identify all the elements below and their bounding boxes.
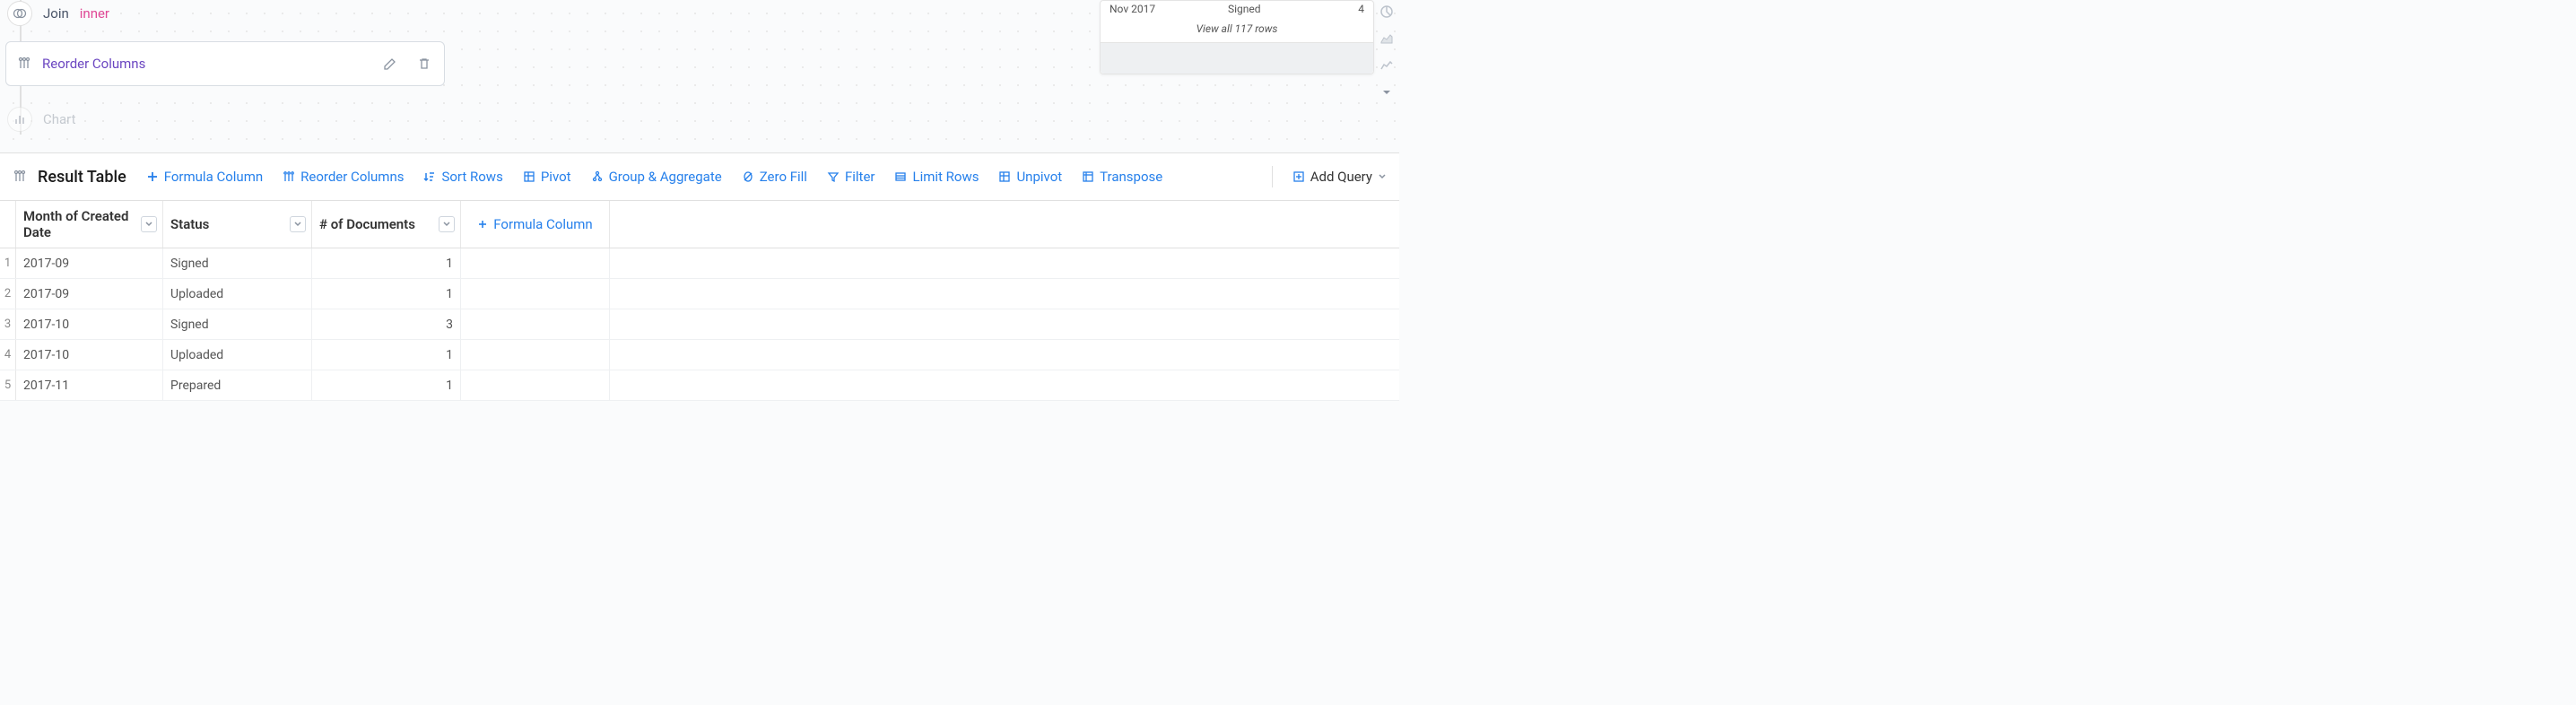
column-dropdown-month[interactable] [141,216,157,232]
action-formula-column[interactable]: Formula Column [146,169,263,185]
join-type: inner [80,5,109,22]
cell-status: Uploaded [163,340,312,370]
cell-month: 2017-10 [16,340,163,370]
pipeline-step-reorder-card[interactable]: Reorder Columns [5,41,445,86]
pipeline-step-chart[interactable]: Chart [7,106,76,133]
cell-month: 2017-09 [16,279,163,309]
column-header-docs[interactable]: # of Documents [312,201,461,248]
result-section: Result Table Formula Column Reorder Colu… [0,152,1399,401]
column-dropdown-docs[interactable] [439,216,455,232]
result-title: Result Table [38,168,126,187]
cell-docs: 1 [312,279,461,309]
result-table: Month of Created Date Status # of Docume… [0,200,1399,401]
preview-footer [1101,42,1373,74]
chevron-down-icon [1378,172,1387,181]
cell-formula [461,279,610,309]
delete-icon[interactable] [415,55,433,73]
cell-docs: 1 [312,370,461,400]
edit-icon[interactable] [381,55,399,73]
action-sort-rows[interactable]: Sort Rows [423,169,502,185]
cell-status: Prepared [163,370,312,400]
preview-data-row: Nov 2017 Signed 4 [1101,1,1373,21]
table-row[interactable]: 22017-09Uploaded1 [0,279,1399,309]
pipeline-canvas: Join inner Reorder Columns Chart Nov 201… [0,0,1399,152]
cell-docs: 1 [312,248,461,278]
action-reorder-columns[interactable]: Reorder Columns [283,169,404,185]
line-chart-icon[interactable] [1379,57,1395,74]
action-zero-fill[interactable]: Zero Fill [742,169,807,185]
reorder-label: Reorder Columns [42,56,370,72]
expand-down-icon[interactable] [1379,84,1395,100]
column-header-month[interactable]: Month of Created Date [16,201,163,248]
preview-cell-month: Nov 2017 [1110,3,1228,15]
cell-status: Uploaded [163,279,312,309]
row-number: 1 [0,248,16,278]
join-label: Join [43,5,69,22]
cell-docs: 1 [312,340,461,370]
cell-formula [461,248,610,278]
preview-cell-count: 4 [1346,3,1364,15]
action-filter[interactable]: Filter [827,169,875,185]
right-icon-rail [1374,0,1399,100]
result-table-icon [13,170,27,184]
preview-cell-status: Signed [1228,3,1346,15]
action-unpivot[interactable]: Unpivot [998,169,1062,185]
reorder-columns-icon [17,57,31,71]
column-dropdown-status[interactable] [290,216,306,232]
chart-label: Chart [43,111,76,127]
preview-panel: Nov 2017 Signed 4 View all 117 rows [1100,0,1374,74]
action-pivot[interactable]: Pivot [523,169,571,185]
join-icon [7,1,32,26]
action-transpose[interactable]: Transpose [1082,169,1162,185]
row-number: 2 [0,279,16,309]
cell-formula [461,340,610,370]
area-chart-icon[interactable] [1379,30,1395,47]
action-group-aggregate[interactable]: Group & Aggregate [591,169,722,185]
row-number: 5 [0,370,16,400]
preview-view-all-link[interactable]: View all 117 rows [1101,21,1373,42]
toolbar-divider [1272,166,1273,187]
cell-month: 2017-09 [16,248,163,278]
column-header-formula[interactable]: Formula Column [461,201,610,248]
cell-formula [461,309,610,339]
cell-formula [461,370,610,400]
result-toolbar: Result Table Formula Column Reorder Colu… [0,153,1399,200]
table-row[interactable]: 42017-10Uploaded1 [0,340,1399,370]
cell-docs: 3 [312,309,461,339]
cell-month: 2017-10 [16,309,163,339]
cell-month: 2017-11 [16,370,163,400]
row-number: 4 [0,340,16,370]
row-number: 3 [0,309,16,339]
action-limit-rows[interactable]: Limit Rows [894,169,979,185]
column-header-status[interactable]: Status [163,201,312,248]
add-query-button[interactable]: Add Query [1292,169,1387,185]
pipeline-step-join[interactable]: Join inner [7,0,109,27]
chart-icon [7,107,32,132]
pie-chart-icon[interactable] [1379,4,1395,20]
cell-status: Signed [163,309,312,339]
table-row[interactable]: 32017-10Signed3 [0,309,1399,340]
table-row[interactable]: 52017-11Prepared1 [0,370,1399,401]
table-row[interactable]: 12017-09Signed1 [0,248,1399,279]
table-header-row: Month of Created Date Status # of Docume… [0,200,1399,248]
cell-status: Signed [163,248,312,278]
